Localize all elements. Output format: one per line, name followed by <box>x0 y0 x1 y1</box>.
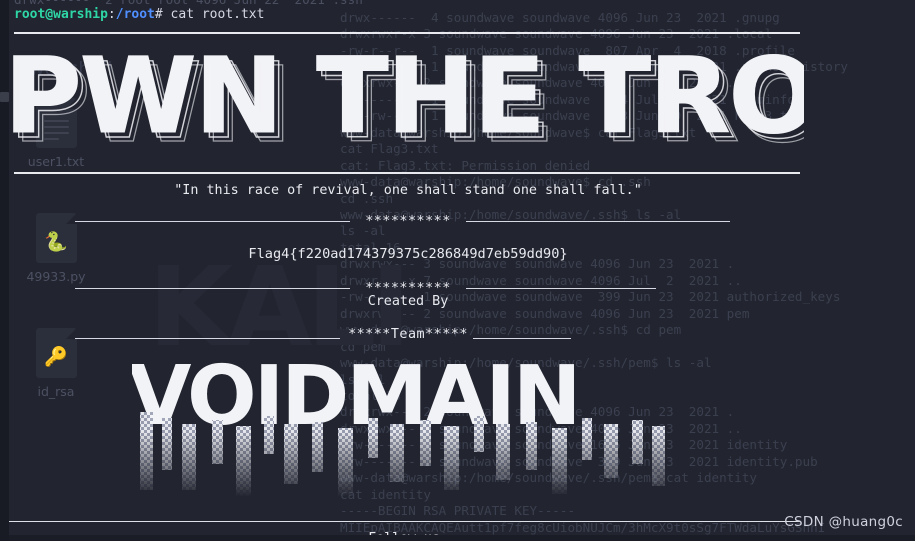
text-file-icon <box>35 98 77 148</box>
bottom-band <box>0 535 915 541</box>
team-stars: *****Team***** <box>348 327 468 342</box>
file-item-user1[interactable]: user1.txt <box>22 98 90 169</box>
prompt-user-host: root@warship <box>14 7 108 22</box>
scroll-nub[interactable] <box>0 92 9 102</box>
shell-prompt-line[interactable]: root@warship:/root# cat root.txt <box>14 7 264 23</box>
file-label: user1.txt <box>27 154 85 169</box>
file-icon-column: user1.txt 🐍 49933.py 🔑 id_rsa <box>22 98 90 443</box>
divider-footer <box>0 521 800 523</box>
svg-text:PWN THE TRON: PWN THE TRON <box>9 40 804 152</box>
pwn-the-tron-logo: PWN THE TRON PWN THE TRON PWN THE TRON <box>4 34 804 152</box>
prompt-command: # cat root.txt <box>154 7 265 22</box>
svg-text:PWN THE TRON: PWN THE TRON <box>13 44 804 152</box>
terminal-screen: drwx------ 4 soundwave soundwave 4096 Ju… <box>0 0 915 541</box>
created-by-label: Created By <box>367 294 449 309</box>
csdn-watermark: CSDN @huang0c <box>784 514 903 530</box>
top-scrollback-line: drwx------ 2 root root 4096 Jun 22 2021 … <box>14 0 363 7</box>
file-label: id_rsa <box>37 384 75 399</box>
prompt-path: /root <box>115 7 155 22</box>
stars-upper: ********** <box>365 214 451 229</box>
quote-text: "In this race of revival, one shall stan… <box>174 183 642 198</box>
window-left-edge <box>0 0 9 541</box>
voidmain-logo: VOIDMAIN <box>132 352 665 496</box>
svg-text:PWN THE TRON: PWN THE TRON <box>4 35 804 152</box>
divider-top <box>14 32 800 34</box>
webshell-watermark: webshell <box>29 58 113 80</box>
divider-quote-top <box>14 172 800 174</box>
svg-text:VOIDMAIN: VOIDMAIN <box>132 352 579 444</box>
key-glyph-icon: 🔑 <box>44 346 68 368</box>
prompt-colon: : <box>107 7 116 22</box>
background-terminal-scrollback: drwx------ 4 soundwave soundwave 4096 Ju… <box>340 9 848 541</box>
flag-value: Flag4{f220ad174379375c286849d7eb59dd90} <box>248 246 568 262</box>
